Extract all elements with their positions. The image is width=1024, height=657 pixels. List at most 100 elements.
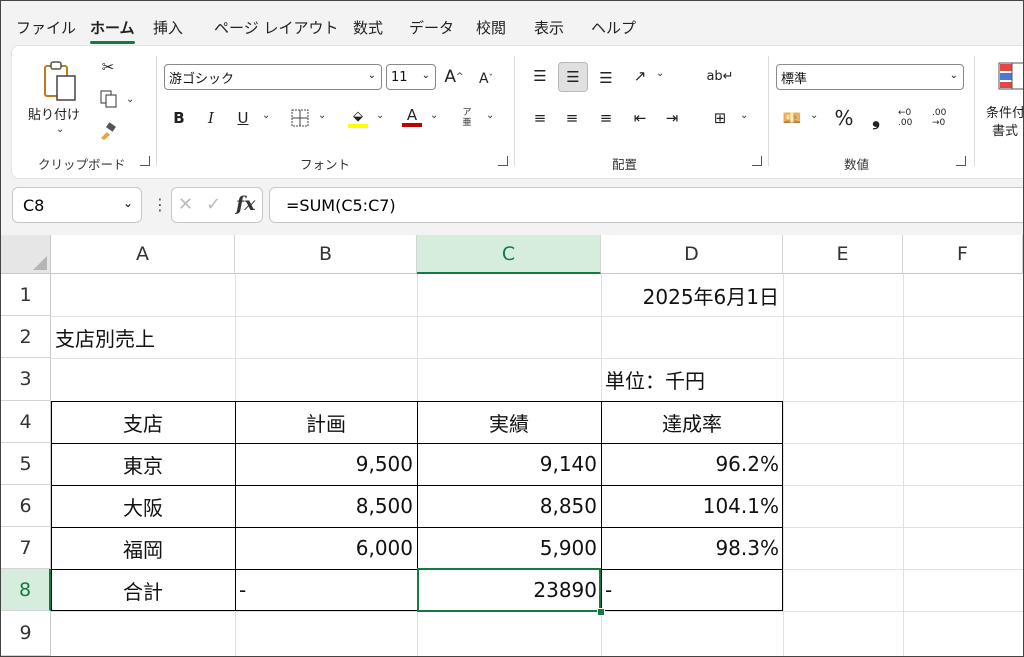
comma-style-button[interactable]: ❟ [864, 104, 888, 132]
cell-b8[interactable]: - [235, 569, 417, 611]
cell-b6[interactable]: 8,500 [235, 485, 417, 527]
tab-home[interactable]: ホーム [90, 17, 135, 44]
row-header-6[interactable]: 6 [1, 485, 51, 527]
underline-button[interactable]: U [232, 106, 254, 130]
more-options-icon[interactable]: ⋮ [152, 195, 168, 214]
cell-d1[interactable]: 2025年6月1日 [601, 274, 783, 316]
clipboard-launcher-icon[interactable] [140, 156, 150, 166]
bold-button[interactable]: B [168, 106, 190, 130]
font-launcher-icon[interactable] [498, 156, 508, 166]
row-header-3[interactable]: 3 [1, 358, 51, 401]
cancel-icon[interactable]: ✕ [178, 194, 193, 215]
italic-button[interactable]: I [200, 106, 222, 130]
copy-dropdown-icon[interactable]: ⌄ [126, 94, 134, 105]
cell-d7[interactable]: 98.3% [601, 527, 783, 569]
borders-button[interactable] [288, 106, 312, 130]
merge-center-button[interactable]: ⊞ [706, 104, 734, 132]
tab-view[interactable]: 表示 [534, 17, 564, 38]
alignment-launcher-icon[interactable] [752, 156, 762, 166]
cell-c6[interactable]: 8,850 [417, 485, 601, 527]
font-color-dropdown-icon[interactable]: ⌄ [430, 110, 438, 121]
column-header-a[interactable]: A [51, 235, 235, 274]
copy-button[interactable] [96, 88, 122, 110]
row-header-5[interactable]: 5 [1, 443, 51, 485]
font-color-button[interactable]: A [400, 102, 424, 132]
cell-c5[interactable]: 9,140 [417, 443, 601, 485]
cell-d3[interactable]: 単位：千円 [601, 358, 783, 401]
underline-dropdown-icon[interactable]: ⌄ [262, 110, 270, 121]
row-header-2[interactable]: 2 [1, 316, 51, 358]
phonetic-button[interactable]: ア亜 [456, 104, 478, 132]
cell-a7[interactable]: 福岡 [51, 527, 235, 569]
cell-a8[interactable]: 合計 [51, 569, 235, 611]
orientation-dropdown-icon[interactable]: ⌄ [656, 68, 664, 79]
font-size-select[interactable]: 11 ⌄ [386, 64, 436, 90]
cell-b5[interactable]: 9,500 [235, 443, 417, 485]
row-header-7[interactable]: 7 [1, 527, 51, 569]
cell-d8[interactable]: - [601, 569, 783, 611]
decrease-font-button[interactable]: Aˇ [474, 66, 498, 92]
align-center-button[interactable]: ≡ [558, 104, 586, 132]
tab-formulas[interactable]: 数式 [353, 17, 383, 38]
cell-b4[interactable]: 計画 [235, 401, 417, 443]
tab-review[interactable]: 校閲 [476, 17, 506, 38]
borders-dropdown-icon[interactable]: ⌄ [318, 110, 326, 121]
tab-data[interactable]: データ [409, 17, 454, 38]
paste-button[interactable] [34, 54, 86, 108]
tab-help[interactable]: ヘルプ [591, 17, 636, 38]
check-icon[interactable]: ✓ [206, 194, 221, 215]
row-header-9[interactable]: 9 [1, 611, 51, 656]
accounting-format-button[interactable]: 💴 [778, 104, 806, 132]
cell-d4[interactable]: 達成率 [601, 401, 783, 443]
column-header-f[interactable]: F [903, 235, 1023, 274]
column-header-c[interactable]: C [417, 235, 601, 274]
number-launcher-icon[interactable] [956, 156, 966, 166]
format-painter-button[interactable] [96, 120, 120, 142]
decrease-indent-button[interactable]: ⇤ [626, 104, 654, 132]
row-header-4[interactable]: 4 [1, 401, 51, 443]
column-header-d[interactable]: D [601, 235, 783, 274]
cell-d6[interactable]: 104.1% [601, 485, 783, 527]
formula-input[interactable]: =SUM(C5:C7) [269, 187, 1023, 223]
fill-color-button[interactable]: ⬙ [346, 104, 370, 132]
cell-a6[interactable]: 大阪 [51, 485, 235, 527]
cell-b7[interactable]: 6,000 [235, 527, 417, 569]
tab-insert[interactable]: 挿入 [153, 17, 183, 38]
wrap-text-button[interactable]: ab↵ [706, 62, 734, 90]
fill-color-dropdown-icon[interactable]: ⌄ [376, 110, 384, 121]
increase-font-button[interactable]: A ^ [442, 64, 466, 90]
cut-button[interactable]: ✂ [98, 56, 118, 78]
tab-file[interactable]: ファイル [16, 17, 76, 38]
increase-decimal-button[interactable]: ←0 .00 [898, 104, 928, 132]
align-top-button[interactable]: ☰ [526, 62, 554, 90]
align-right-button[interactable]: ≡ [592, 104, 620, 132]
cell-a2[interactable]: 支店別売上 [51, 316, 311, 358]
increase-indent-button[interactable]: ⇥ [658, 104, 686, 132]
orientation-button[interactable]: ↗ [626, 62, 654, 90]
tab-page-layout[interactable]: ページ レイアウト [214, 17, 338, 38]
paste-dropdown-icon[interactable]: ⌄ [56, 124, 64, 135]
cell-c7[interactable]: 5,900 [417, 527, 601, 569]
align-bottom-button[interactable]: ☰ [592, 64, 620, 92]
number-format-select[interactable]: 標準 ⌄ [776, 64, 964, 90]
cell-a4[interactable]: 支店 [51, 401, 235, 443]
accounting-dropdown-icon[interactable]: ⌄ [810, 110, 818, 121]
merge-dropdown-icon[interactable]: ⌄ [740, 110, 748, 121]
row-header-8[interactable]: 8 [1, 569, 51, 611]
cell-c4[interactable]: 実績 [417, 401, 601, 443]
select-all-button[interactable] [1, 235, 51, 274]
align-left-button[interactable]: ≡ [526, 104, 554, 132]
conditional-format-button[interactable] [994, 58, 1023, 94]
column-header-e[interactable]: E [783, 235, 903, 274]
align-middle-button[interactable]: ☰ [558, 62, 588, 92]
fill-handle[interactable] [597, 608, 605, 616]
row-header-1[interactable]: 1 [1, 274, 51, 316]
cell-d5[interactable]: 96.2% [601, 443, 783, 485]
font-name-select[interactable]: 游ゴシック ⌄ [164, 64, 382, 90]
name-box[interactable]: C8 ⌄ [12, 187, 142, 223]
cell-a5[interactable]: 東京 [51, 443, 235, 485]
column-header-b[interactable]: B [235, 235, 417, 274]
decrease-decimal-button[interactable]: .00 →0 [932, 104, 962, 132]
insert-function-button[interactable]: fx [236, 193, 256, 215]
percent-style-button[interactable]: % [830, 104, 858, 132]
